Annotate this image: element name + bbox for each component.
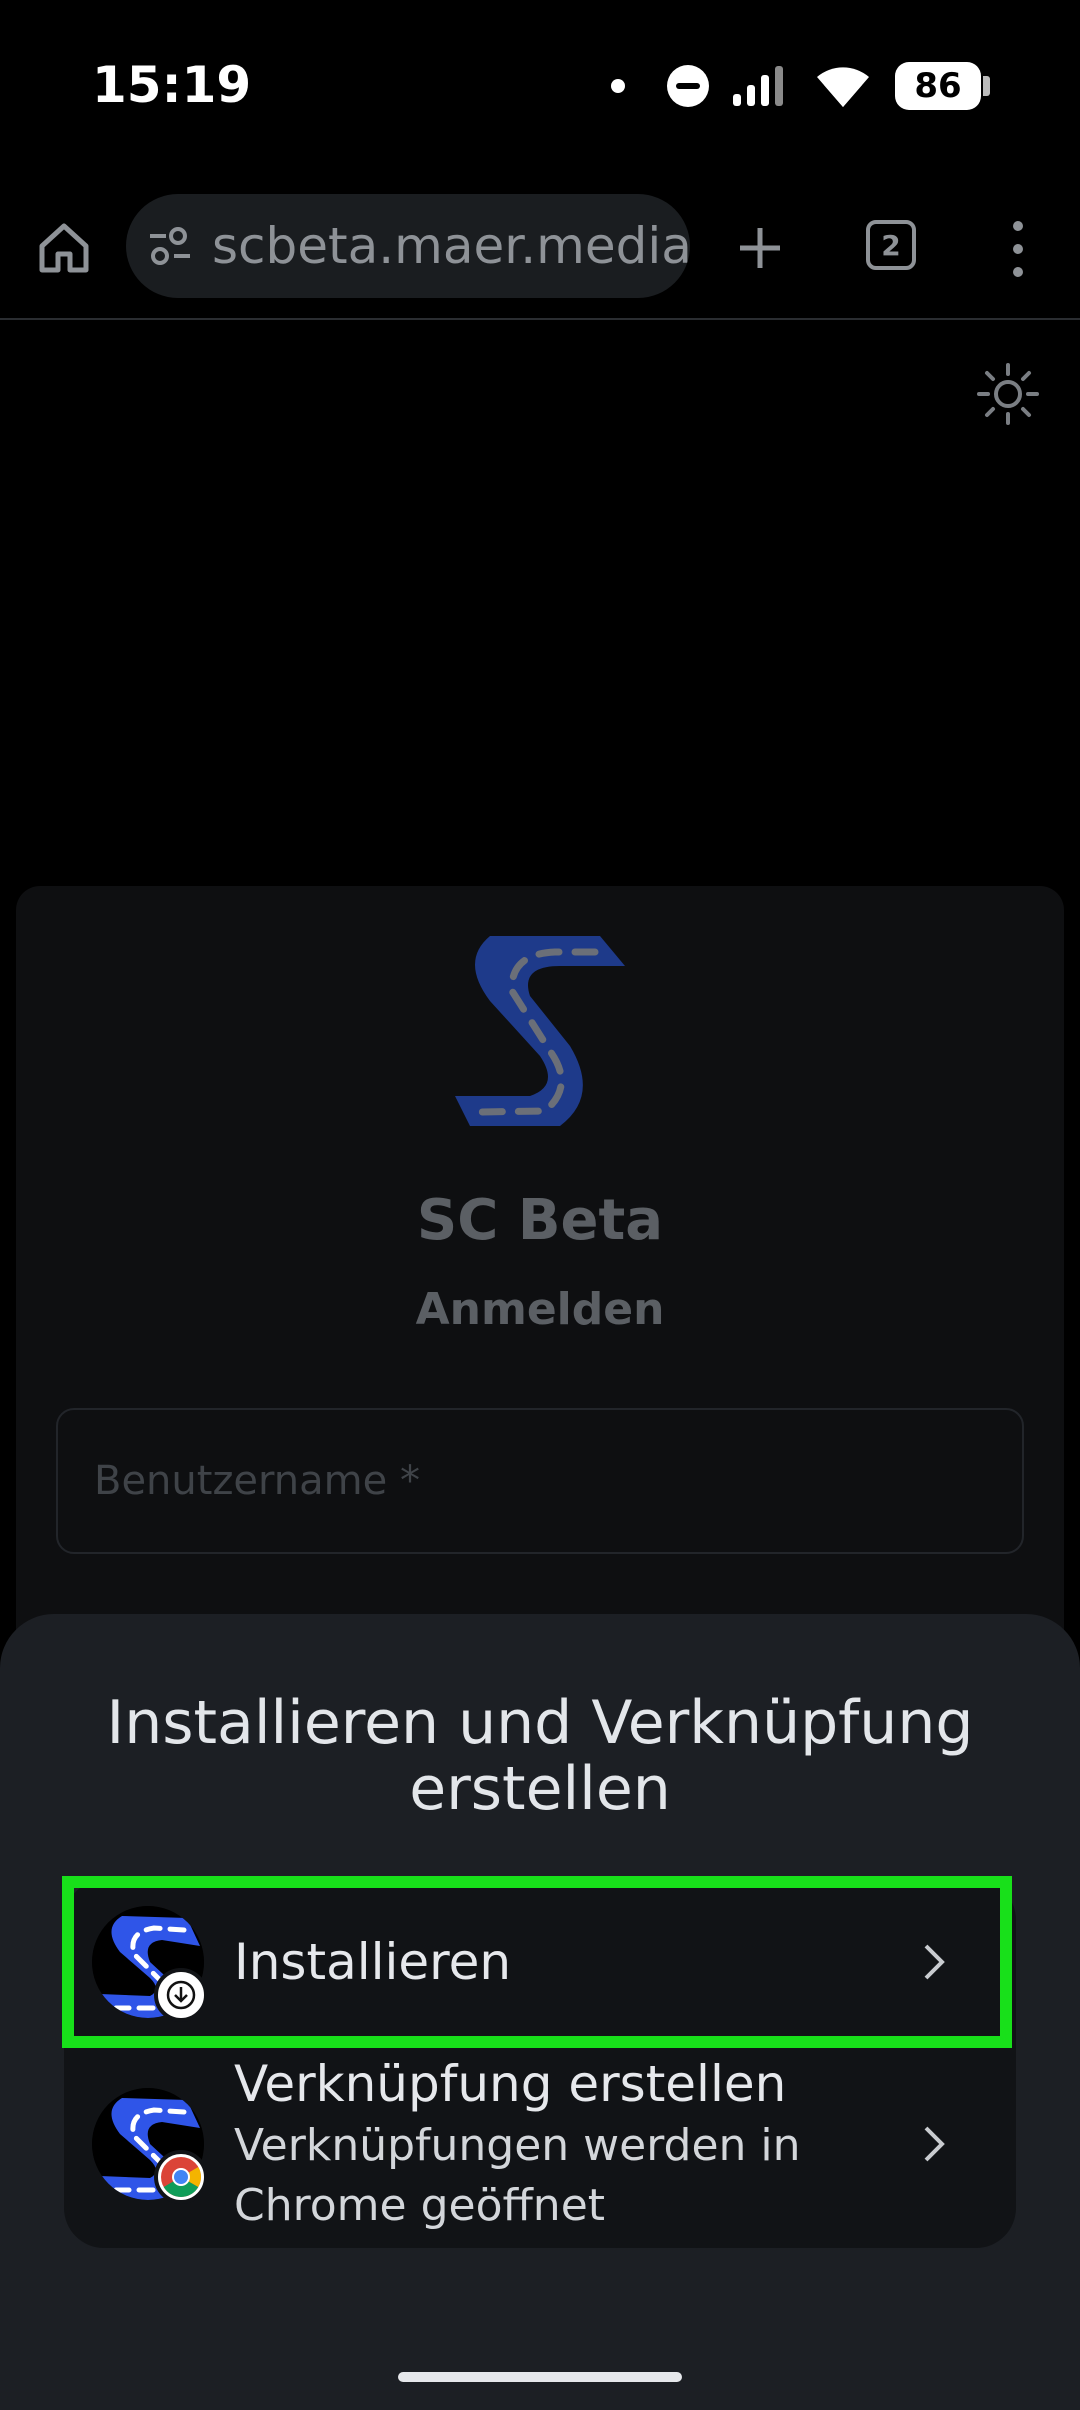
home-indicator[interactable]	[398, 2372, 682, 2382]
login-heading: Anmelden	[415, 1284, 665, 1335]
screen: 15:19 86 scbeta.maer.media 2 SC Beta Anm…	[0, 0, 1080, 2410]
address-bar[interactable]: scbeta.maer.media	[126, 194, 690, 298]
shortcut-option-label: Verknüpfung erstellen	[234, 2055, 787, 2113]
chevron-right-icon	[924, 1944, 945, 1980]
install-option[interactable]: Installieren	[62, 1876, 1012, 2048]
chrome-icon	[154, 2150, 208, 2204]
highlight-box	[62, 1876, 1012, 2048]
app-name: SC Beta	[416, 1188, 664, 1253]
app-icon	[92, 2088, 208, 2204]
tab-switcher-icon[interactable]: 2	[866, 220, 916, 270]
browser-toolbar: scbeta.maer.media 2	[0, 190, 1080, 320]
status-bar: 15:19 86	[0, 0, 1080, 175]
shortcut-option-description: Verknüpfungen werden in Chrome geöffnet	[234, 2120, 801, 2231]
battery-icon: 86	[895, 62, 990, 110]
username-input[interactable]: Benutzername *	[56, 1408, 1024, 1554]
new-tab-icon[interactable]	[730, 218, 790, 278]
download-icon	[154, 1968, 208, 2022]
notification-dot-icon	[611, 79, 625, 93]
app-icon	[92, 1906, 208, 2022]
status-time: 15:19	[92, 56, 252, 114]
do-not-disturb-icon	[667, 65, 709, 107]
create-shortcut-option[interactable]: Verknüpfung erstellen Verknüpfungen werd…	[72, 2044, 1008, 2244]
home-icon[interactable]	[34, 218, 94, 278]
url-text: scbeta.maer.media	[212, 217, 690, 275]
wifi-icon	[817, 67, 869, 107]
status-icons: 86	[611, 60, 990, 112]
sheet-title: Installieren und Verknüpfung erstellen	[106, 1688, 974, 1824]
options-list: Installieren Verknüpfung erstellen Verkn…	[62, 1876, 1016, 2248]
install-bottom-sheet: Installieren und Verknüpfung erstellen I…	[0, 1614, 1080, 2410]
install-option-label: Installieren	[234, 1933, 512, 1991]
sun-icon[interactable]	[976, 362, 1040, 426]
chevron-right-icon	[924, 2126, 945, 2162]
sc-beta-logo	[455, 936, 625, 1126]
battery-level: 86	[895, 62, 981, 110]
site-settings-icon[interactable]	[146, 222, 194, 270]
more-menu-icon[interactable]	[1000, 214, 1036, 284]
signal-icon	[733, 66, 783, 106]
